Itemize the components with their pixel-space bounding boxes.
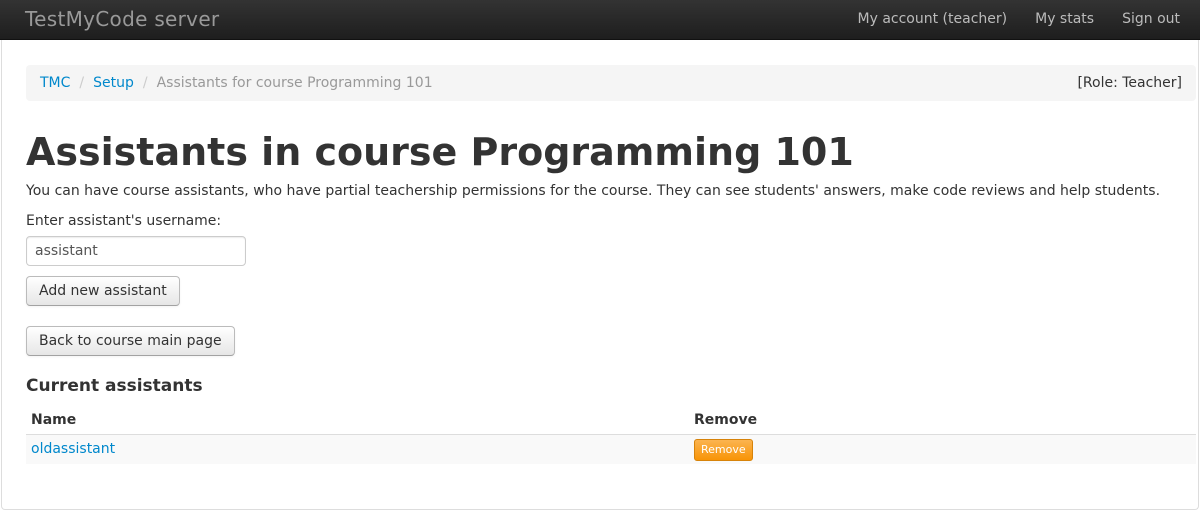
assistant-name-link[interactable]: oldassistant [31,441,115,457]
add-assistant-button[interactable]: Add new assistant [26,276,180,306]
page-title: Assistants in course Programming 101 [26,130,854,174]
brand-logo[interactable]: TestMyCode server [25,7,219,31]
role-indicator: [Role: Teacher] [1077,75,1182,91]
assistants-table: Name Remove oldassistant Remove [26,406,1196,464]
current-assistants-heading: Current assistants [26,376,203,396]
remove-assistant-button[interactable]: Remove [694,439,753,462]
nav-my-stats[interactable]: My stats [1021,0,1108,40]
assistant-name-cell: oldassistant [26,434,689,464]
back-to-course-button[interactable]: Back to course main page [26,326,235,356]
nav-my-account[interactable]: My account (teacher) [844,0,1022,40]
username-label: Enter assistant's username: [26,213,222,229]
breadcrumb: TMC / Setup / Assistants for course Prog… [26,65,1196,101]
column-header-name: Name [26,406,689,435]
table-header-row: Name Remove [26,406,1196,435]
remove-cell: Remove [689,434,1196,464]
nav-menu: My account (teacher) My stats Sign out [844,0,1200,40]
breadcrumb-divider: / [142,75,148,91]
top-navbar: TestMyCode server My account (teacher) M… [0,0,1200,40]
breadcrumb-divider: / [79,75,85,91]
column-header-remove: Remove [689,406,1196,435]
main-container: TMC / Setup / Assistants for course Prog… [1,40,1199,510]
intro-text: You can have course assistants, who have… [26,183,1161,199]
table-row: oldassistant Remove [26,434,1196,464]
nav-sign-out[interactable]: Sign out [1108,0,1200,40]
username-input[interactable] [26,236,246,266]
breadcrumb-current: Assistants for course Programming 101 [156,75,433,91]
breadcrumb-setup[interactable]: Setup [93,75,134,91]
breadcrumb-tmc[interactable]: TMC [40,75,70,91]
